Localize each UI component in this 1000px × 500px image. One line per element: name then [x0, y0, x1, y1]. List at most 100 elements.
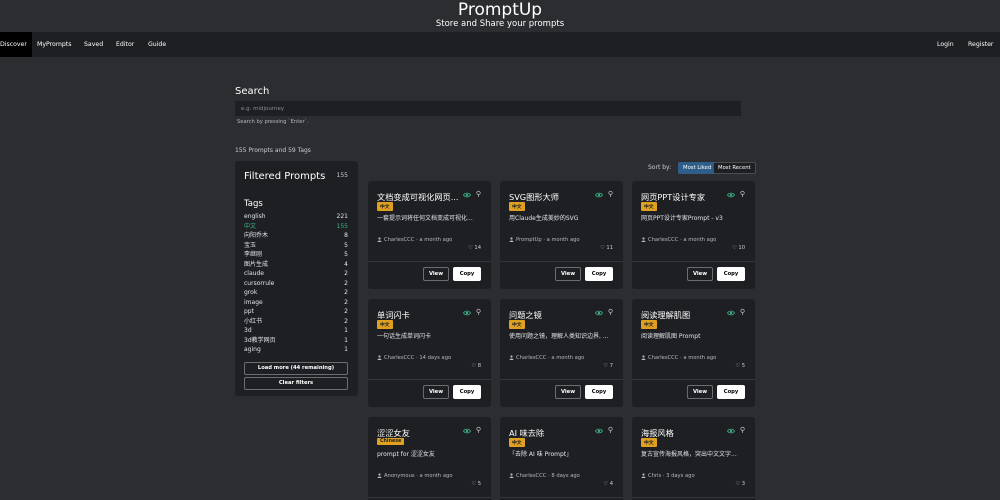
prompt-card[interactable]: 阅读理解肌图 ⚲ 中文 阅读理解肌图 Prompt CharlesCCC · a mon… [632, 299, 755, 407]
prompt-card[interactable]: 问题之镜 ⚲ 中文 使用问题之镜，理解人类知识边界, ... CharlesCCC · … [500, 299, 623, 407]
eye-icon[interactable] [595, 427, 603, 435]
tag-item[interactable]: 小红书 2 [244, 317, 348, 327]
card-description: 用Claude生成美妙的SVG [509, 215, 579, 222]
nav-register[interactable]: Register [963, 32, 998, 57]
prompt-card[interactable]: 海报风格 ⚲ 中文 复古宣传海报风格，突出中文文字... Chris · 3 days … [632, 417, 755, 500]
copy-button[interactable]: Copy [717, 385, 745, 399]
prompt-card[interactable]: AI 味去除 ⚲ 中文 「去除 AI 味 Prompt」 CharlesCCC · 8 … [500, 417, 623, 500]
pin-icon[interactable]: ⚲ [476, 426, 481, 434]
pin-icon[interactable]: ⚲ [476, 308, 481, 316]
card-likes[interactable]: ♡ 8 [471, 363, 481, 369]
tag-name: claude [244, 270, 264, 277]
eye-icon[interactable] [595, 191, 603, 199]
card-likes[interactable]: ♡ 3 [735, 481, 745, 487]
language-badge: 中文 [377, 320, 393, 329]
view-button[interactable]: View [687, 267, 713, 281]
sort-most-liked-button[interactable]: Most Liked [678, 162, 717, 174]
load-more-button[interactable]: Load more (44 remaining) [244, 362, 348, 375]
eye-icon[interactable] [727, 309, 735, 317]
copy-button[interactable]: Copy [453, 267, 481, 281]
card-author-text: Anonymous · a month ago [384, 473, 453, 479]
tag-item[interactable]: 图片生成 4 [244, 260, 348, 270]
copy-button[interactable]: Copy [585, 385, 613, 399]
pin-icon[interactable]: ⚲ [608, 190, 613, 198]
sidebar-title: Filtered Prompts [244, 171, 326, 182]
tag-item[interactable]: 宝玉 5 [244, 241, 348, 251]
tag-item[interactable]: cursorrule 2 [244, 279, 348, 289]
card-likes[interactable]: ♡ 4 [603, 481, 613, 487]
card-likes[interactable]: ♡ 5 [735, 363, 745, 369]
prompt-card[interactable]: 网页PPT设计专家 ⚲ 中文 网页PPT设计专家Prompt - v3 CharlesC… [632, 181, 755, 289]
eye-icon[interactable] [727, 427, 735, 435]
heart-icon[interactable]: ♡ [732, 245, 737, 251]
search-hint: Search by pressing `Enter`. [237, 119, 309, 125]
heart-icon[interactable]: ♡ [735, 481, 740, 487]
card-likes[interactable]: ♡ 5 [471, 481, 481, 487]
user-icon [641, 355, 646, 360]
tag-item[interactable]: english 221 [244, 212, 348, 222]
heart-icon[interactable]: ♡ [600, 245, 605, 251]
tag-item[interactable]: 3d 1 [244, 326, 348, 336]
sort-label: Sort by: [648, 164, 672, 171]
heart-icon[interactable]: ♡ [468, 245, 473, 251]
card-likes[interactable]: ♡ 10 [732, 245, 745, 251]
eye-icon[interactable] [463, 309, 471, 317]
view-button[interactable]: View [555, 385, 581, 399]
eye-icon[interactable] [463, 191, 471, 199]
copy-button[interactable]: Copy [717, 267, 745, 281]
heart-icon[interactable]: ♡ [603, 363, 608, 369]
tag-name: cursorrule [244, 279, 275, 287]
pin-icon[interactable]: ⚲ [740, 190, 745, 198]
eye-icon[interactable] [595, 309, 603, 317]
tag-item[interactable]: claude 2 [244, 269, 348, 279]
pin-icon[interactable]: ⚲ [740, 308, 745, 316]
heart-icon[interactable]: ♡ [471, 481, 476, 487]
site-title: PromptUp [457, 0, 543, 20]
tag-item[interactable]: grok 2 [244, 288, 348, 298]
pin-icon[interactable]: ⚲ [608, 308, 613, 316]
copy-button[interactable]: Copy [453, 385, 481, 399]
card-description: 阅读理解肌图 Prompt [641, 333, 701, 340]
view-button[interactable]: View [687, 385, 713, 399]
tag-item[interactable]: 3d教学网页 1 [244, 336, 348, 346]
pin-icon[interactable]: ⚲ [476, 190, 481, 198]
tag-item[interactable]: 向阳乔木 8 [244, 231, 348, 241]
card-author-text: CharlesCCC · a month ago [648, 237, 717, 243]
like-count: 7 [609, 363, 613, 369]
prompt-card[interactable]: 单词闪卡 ⚲ 中文 一句话生成单词闪卡 CharlesCCC · 14 days ago… [368, 299, 491, 407]
clear-filters-button[interactable]: Clear filters [244, 377, 348, 390]
view-button[interactable]: View [423, 267, 449, 281]
view-button[interactable]: View [423, 385, 449, 399]
heart-icon[interactable]: ♡ [471, 363, 476, 369]
tag-item[interactable]: image 2 [244, 298, 348, 308]
tag-item[interactable]: 李继刚 5 [244, 250, 348, 260]
card-likes[interactable]: ♡ 14 [468, 245, 481, 251]
pin-icon[interactable]: ⚲ [608, 426, 613, 434]
eye-icon[interactable] [727, 191, 735, 199]
tag-item[interactable]: aging 1 [244, 345, 348, 355]
tag-item[interactable]: 中文 155 [244, 222, 348, 232]
heart-icon[interactable]: ♡ [735, 363, 740, 369]
prompt-card[interactable]: SVG图形大师 ⚲ 中文 用Claude生成美妙的SVG PromptUp · a mo… [500, 181, 623, 289]
tag-name: ppt [244, 308, 254, 315]
search-input[interactable] [235, 101, 741, 116]
view-button[interactable]: View [555, 267, 581, 281]
tag-item[interactable]: ppt 2 [244, 307, 348, 317]
user-icon [641, 237, 646, 242]
nav-editor[interactable]: Editor [111, 32, 139, 57]
nav-guide[interactable]: Guide [143, 32, 171, 57]
pin-icon[interactable]: ⚲ [740, 426, 745, 434]
card-description: 使用问题之镜，理解人类知识边界, ... [509, 333, 609, 340]
nav-saved[interactable]: Saved [79, 32, 108, 57]
nav-myprompts[interactable]: MyPrompts [32, 32, 76, 57]
card-likes[interactable]: ♡ 7 [603, 363, 613, 369]
nav-login[interactable]: Login [932, 32, 959, 57]
prompt-card[interactable]: 文档变成可视化网页... ⚲ 中文 一套提示词将任何文档变成可视化... Charles… [368, 181, 491, 289]
sort-most-recent-button[interactable]: Most Recent [713, 162, 756, 174]
copy-button[interactable]: Copy [585, 267, 613, 281]
card-likes[interactable]: ♡ 11 [600, 245, 613, 251]
prompt-card[interactable]: 涩涩女友 ⚲ Chinese prompt for 涩涩女友 Anonymous · a… [368, 417, 491, 500]
nav-discover[interactable]: Discover [0, 32, 32, 57]
heart-icon[interactable]: ♡ [603, 481, 608, 487]
eye-icon[interactable] [463, 427, 471, 435]
